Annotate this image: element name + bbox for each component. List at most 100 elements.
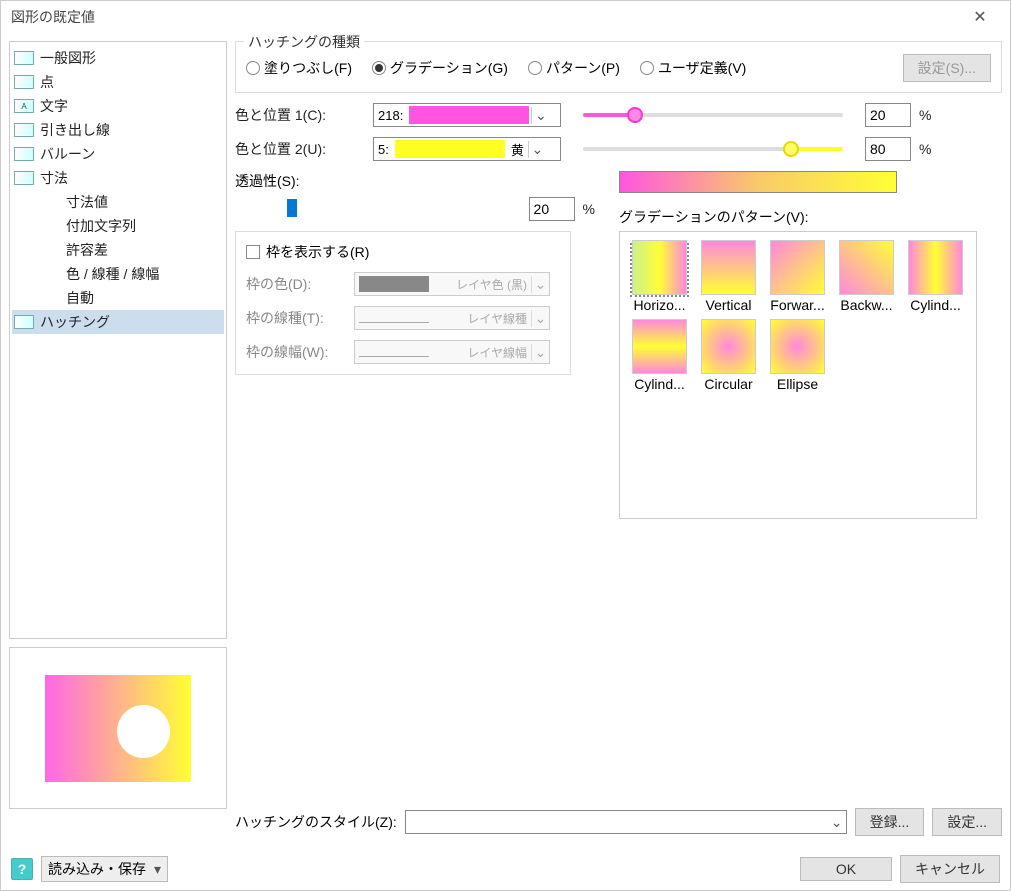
transparency-slider[interactable]: [235, 199, 521, 219]
style-row: ハッチングのスタイル(Z): ⌄ 登録... 設定...: [235, 804, 1002, 840]
color1-input[interactable]: [865, 103, 911, 127]
pattern-swatch: [632, 240, 687, 295]
pattern-swatch: [770, 240, 825, 295]
left-column: 一般図形 点 A文字 引き出し線 バルーン 寸法 寸法値 付加文字列 許容差 色…: [9, 41, 227, 840]
pattern-vertical[interactable]: Vertical: [697, 240, 760, 313]
dialog-body: 一般図形 点 A文字 引き出し線 バルーン 寸法 寸法値 付加文字列 許容差 色…: [1, 33, 1010, 848]
tree-label: 寸法: [40, 168, 68, 188]
style-label: ハッチングのスタイル(Z):: [235, 812, 397, 832]
tree-icon: [14, 51, 34, 65]
pattern-label: Cylind...: [634, 376, 685, 392]
color2-thumb[interactable]: [783, 141, 799, 157]
transparency-thumb[interactable]: [287, 199, 297, 217]
pattern-ellipse[interactable]: Ellipse: [766, 319, 829, 392]
chevron-down-icon: ⌄: [531, 276, 549, 293]
style-combo[interactable]: ⌄: [405, 810, 847, 834]
close-icon[interactable]: ✕: [960, 7, 1000, 27]
radio-label: 塗りつぶし(F): [264, 58, 352, 78]
tree-item-general[interactable]: 一般図形: [12, 46, 224, 70]
frame-group: 枠を表示する(R) 枠の色(D): レイヤ色 (黒) ⌄ 枠の線種(T):: [235, 231, 571, 375]
radio-fill[interactable]: 塗りつぶし(F): [246, 58, 352, 78]
tree-label: 許容差: [66, 240, 108, 260]
pattern-circular[interactable]: Circular: [697, 319, 760, 392]
pattern-cylinder-v[interactable]: Cylind...: [628, 319, 691, 392]
checkbox-box: [246, 245, 260, 259]
radio-label: グラデーション(G): [390, 58, 508, 78]
tree-item-point[interactable]: 点: [12, 70, 224, 94]
tree-item-dimension[interactable]: 寸法: [12, 166, 224, 190]
tree-label: 引き出し線: [40, 120, 110, 140]
frame-color-value: レイヤ色 (黒): [433, 276, 531, 293]
color1-label: 色と位置 1(C):: [235, 105, 365, 125]
tree-item-dim-color[interactable]: 色 / 線種 / 線幅: [12, 262, 224, 286]
tree-label: 一般図形: [40, 48, 96, 68]
color1-thumb[interactable]: [627, 107, 643, 123]
color2-slider[interactable]: [583, 147, 843, 151]
tree-label: 点: [40, 72, 54, 92]
show-frame-checkbox[interactable]: 枠を表示する(R): [246, 242, 560, 262]
tree-label: 色 / 線種 / 線幅: [66, 264, 159, 284]
help-icon[interactable]: ?: [11, 858, 33, 880]
tree-item-leader[interactable]: 引き出し線: [12, 118, 224, 142]
frame-width-value: レイヤ線幅: [433, 344, 531, 361]
cancel-button[interactable]: キャンセル: [900, 855, 1000, 883]
color1-slider[interactable]: [583, 113, 843, 117]
radio-pattern[interactable]: パターン(P): [528, 58, 620, 78]
color2-input[interactable]: [865, 137, 911, 161]
color1-swatch: [409, 106, 529, 124]
frame-color-swatch: [359, 276, 429, 292]
pattern-swatch: [632, 319, 687, 374]
frame-color-label: 枠の色(D):: [246, 274, 346, 294]
tree-item-balloon[interactable]: バルーン: [12, 142, 224, 166]
frame-width-row: 枠の線幅(W): レイヤ線幅 ⌄: [246, 340, 560, 364]
transparency-row: %: [235, 197, 595, 221]
color2-label: 色と位置 2(U):: [235, 139, 365, 159]
load-save-dropdown[interactable]: 読み込み・保存 ▾: [41, 856, 168, 882]
frame-color-row: 枠の色(D): レイヤ色 (黒) ⌄: [246, 272, 560, 296]
pattern-swatch: [839, 240, 894, 295]
register-button[interactable]: 登録...: [855, 808, 925, 836]
tree-item-dim-extra[interactable]: 付加文字列: [12, 214, 224, 238]
tree-item-dim-auto[interactable]: 自動: [12, 286, 224, 310]
tree-item-hatching[interactable]: ハッチング: [12, 310, 224, 334]
pattern-swatch: [908, 240, 963, 295]
frame-width-label: 枠の線幅(W):: [246, 342, 346, 362]
pattern-horizontal[interactable]: Horizo...: [628, 240, 691, 313]
frame-line-row: 枠の線種(T): レイヤ線種 ⌄: [246, 306, 560, 330]
tree-icon: [14, 147, 34, 161]
category-tree[interactable]: 一般図形 点 A文字 引き出し線 バルーン 寸法 寸法値 付加文字列 許容差 色…: [9, 41, 227, 639]
pattern-backward[interactable]: Backw...: [835, 240, 898, 313]
right-column: ハッチングの種類 塗りつぶし(F) グラデーション(G) パターン(P) ユーザ…: [235, 41, 1002, 840]
pattern-label: Vertical: [706, 297, 752, 313]
tree-label: 文字: [40, 96, 68, 116]
color2-name: 黄: [507, 140, 528, 159]
ok-button[interactable]: OK: [800, 857, 892, 881]
hatch-settings-button[interactable]: 設定(S)...: [903, 54, 991, 82]
color2-combo[interactable]: 5: 黄 ⌄: [373, 137, 561, 161]
chevron-down-icon: ⌄: [531, 310, 549, 327]
tree-item-dim-tolerance[interactable]: 許容差: [12, 238, 224, 262]
tree-item-text[interactable]: A文字: [12, 94, 224, 118]
color1-combo[interactable]: 218: ⌄: [373, 103, 561, 127]
transparency-input[interactable]: [529, 197, 575, 221]
tree-label: ハッチング: [40, 312, 110, 332]
style-settings-button[interactable]: 設定...: [932, 808, 1002, 836]
percent-label: %: [919, 107, 931, 123]
hatch-type-legend: ハッチングの種類: [244, 32, 364, 52]
pattern-swatch: [701, 319, 756, 374]
gradient-preview: [619, 171, 897, 193]
pattern-cylinder-h[interactable]: Cylind...: [904, 240, 967, 313]
radio-dot: [372, 61, 386, 75]
gradient-pattern-list[interactable]: Horizo... Vertical Forwar... Backw... Cy…: [619, 231, 977, 519]
percent-label: %: [583, 201, 595, 217]
pattern-label: Circular: [704, 376, 752, 392]
radio-dot: [640, 61, 654, 75]
tree-icon: [14, 171, 34, 185]
tree-item-dim-value[interactable]: 寸法値: [12, 190, 224, 214]
pattern-label: Ellipse: [777, 376, 818, 392]
radio-gradient[interactable]: グラデーション(G): [372, 58, 508, 78]
frame-line-value: レイヤ線種: [433, 310, 531, 327]
radio-user[interactable]: ユーザ定義(V): [640, 58, 746, 78]
pattern-forward[interactable]: Forwar...: [766, 240, 829, 313]
footer: ? 読み込み・保存 ▾ OK キャンセル: [1, 848, 1010, 890]
